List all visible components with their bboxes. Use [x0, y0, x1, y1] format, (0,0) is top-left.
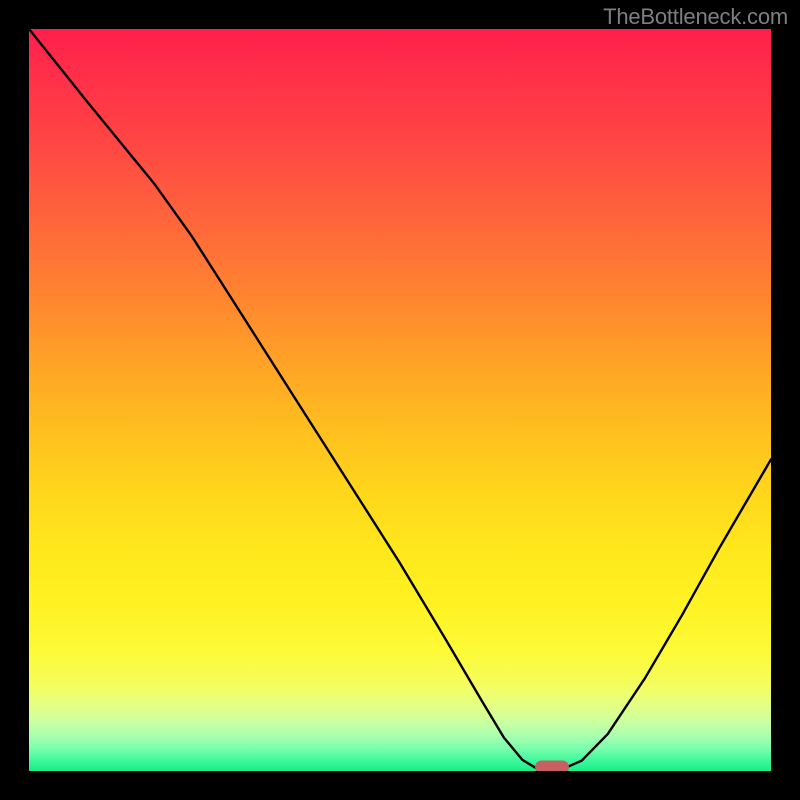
watermark-text: TheBottleneck.com — [603, 4, 788, 30]
bottleneck-curve — [29, 29, 771, 771]
optimum-marker — [535, 761, 569, 771]
plot-area — [29, 29, 771, 771]
chart-frame: TheBottleneck.com — [0, 0, 800, 800]
